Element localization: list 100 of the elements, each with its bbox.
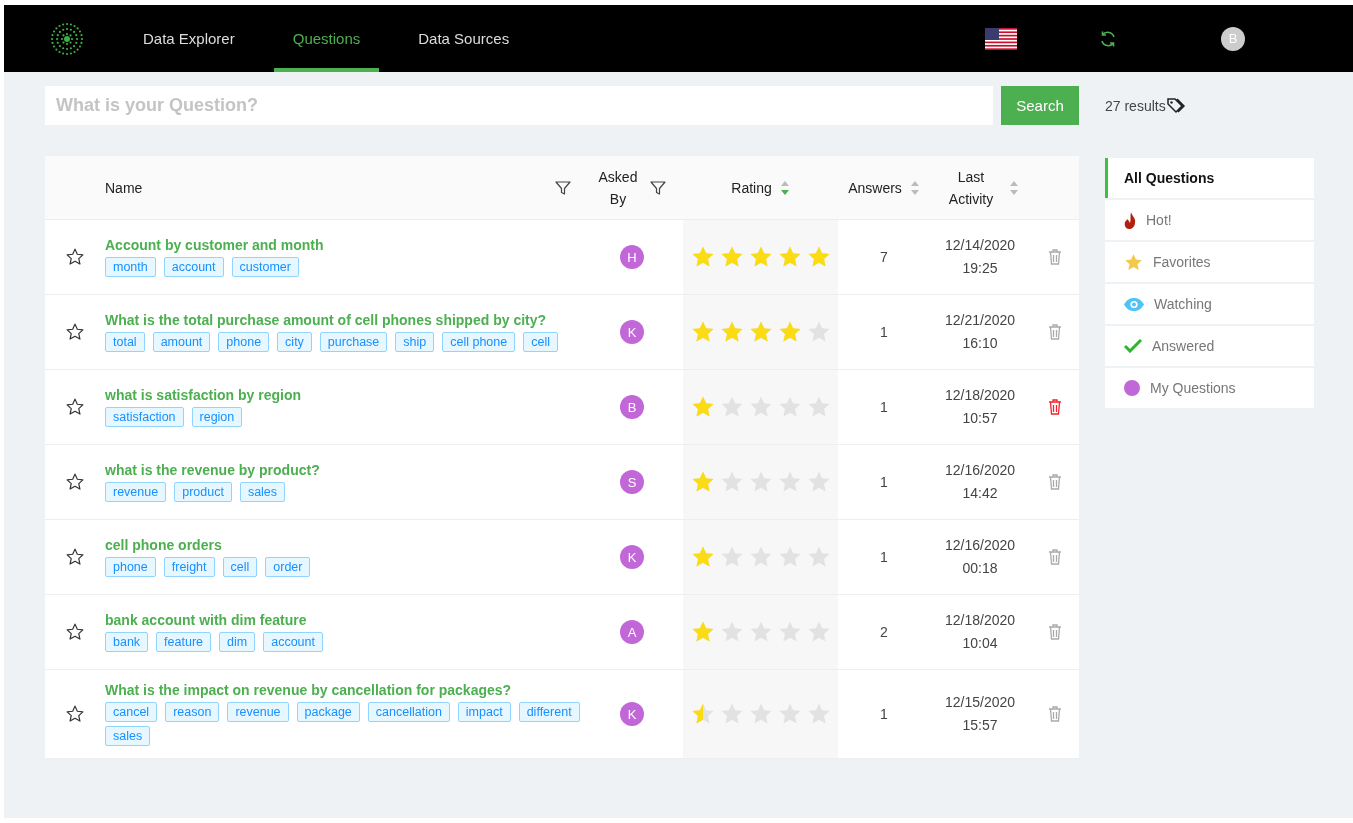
logo-icon[interactable] xyxy=(50,21,84,56)
tag[interactable]: package xyxy=(296,702,360,722)
question-title[interactable]: What is the total purchase amount of cell phones shipped by city? xyxy=(105,312,581,328)
star-icon[interactable] xyxy=(748,320,773,344)
tag[interactable]: reason xyxy=(165,702,220,722)
tag[interactable]: bank xyxy=(105,632,149,652)
filter-item[interactable]: All Questions xyxy=(1105,158,1314,198)
flag-icon[interactable] xyxy=(985,27,1017,50)
question-title[interactable]: What is the impact on revenue by cancellation for packages? xyxy=(105,682,581,698)
tag[interactable]: account xyxy=(163,257,224,277)
filter-icon[interactable] xyxy=(650,179,666,196)
tag[interactable]: sales xyxy=(239,482,286,502)
last-activity-date: 12/21/2020 16:10 xyxy=(944,311,1016,353)
filter-item[interactable]: Favorites xyxy=(1105,242,1314,282)
tag[interactable]: dim xyxy=(219,632,256,652)
tag[interactable]: region xyxy=(191,407,243,427)
nav-tab[interactable]: Questions xyxy=(273,5,380,72)
filter-item[interactable]: Hot! xyxy=(1105,200,1314,240)
favorite-star-icon[interactable] xyxy=(66,623,84,641)
star-icon[interactable] xyxy=(806,245,831,269)
delete-icon[interactable] xyxy=(1047,399,1062,415)
tag[interactable]: satisfaction xyxy=(105,407,184,427)
column-header: Asked By xyxy=(598,167,638,209)
last-activity-date: 12/18/2020 10:04 xyxy=(944,611,1016,653)
tag[interactable]: revenue xyxy=(105,482,167,502)
question-title[interactable]: what is the revenue by product? xyxy=(105,462,581,478)
nav-tab[interactable]: Data Sources xyxy=(399,5,529,72)
star-icon[interactable] xyxy=(719,320,744,344)
favorite-star-icon[interactable] xyxy=(66,398,84,416)
tag[interactable]: phone xyxy=(218,332,270,352)
tag[interactable]: sales xyxy=(105,726,151,746)
tag[interactable]: freight xyxy=(163,557,215,577)
column-header: Last Activity xyxy=(947,167,995,209)
tag[interactable]: city xyxy=(277,332,312,352)
star-icon[interactable] xyxy=(777,245,802,269)
filter-item[interactable]: Answered xyxy=(1105,326,1314,366)
tag[interactable]: cancel xyxy=(105,702,158,722)
tag[interactable]: impact xyxy=(457,702,511,722)
tag[interactable]: account xyxy=(263,632,323,652)
delete-icon[interactable] xyxy=(1047,474,1062,490)
star-icon[interactable] xyxy=(748,245,773,269)
star-icon[interactable] xyxy=(690,620,715,644)
tag[interactable]: cell phone xyxy=(442,332,516,352)
delete-icon[interactable] xyxy=(1047,624,1062,640)
tag[interactable]: phone xyxy=(105,557,156,577)
answer-count: 2 xyxy=(880,624,888,640)
tag[interactable]: revenue xyxy=(227,702,289,722)
star-icon[interactable] xyxy=(719,245,744,269)
favorite-star-icon[interactable] xyxy=(66,248,84,266)
tag[interactable]: customer xyxy=(231,257,299,277)
star-icon[interactable] xyxy=(690,245,715,269)
tag[interactable]: feature xyxy=(156,632,212,652)
favorite-star-icon[interactable] xyxy=(66,473,84,491)
tag[interactable]: cell xyxy=(523,332,558,352)
favorite-star-icon[interactable] xyxy=(66,548,84,566)
tag[interactable]: order xyxy=(265,557,311,577)
nav-tab[interactable]: Data Explorer xyxy=(124,5,254,72)
question-title[interactable]: cell phone orders xyxy=(105,537,581,553)
answer-count: 1 xyxy=(880,474,888,490)
tags-icon[interactable] xyxy=(1166,97,1186,114)
answer-count: 1 xyxy=(880,706,888,722)
delete-icon[interactable] xyxy=(1047,249,1062,265)
refresh-icon[interactable] xyxy=(1099,29,1117,48)
filter-item[interactable]: Watching xyxy=(1105,284,1314,324)
search-field[interactable]: What is your Question? xyxy=(45,86,993,125)
question-title[interactable]: Account by customer and month xyxy=(105,237,581,253)
tag[interactable]: month xyxy=(105,257,156,277)
filter-item[interactable]: My Questions xyxy=(1105,368,1314,408)
sort-icon[interactable] xyxy=(1009,179,1019,196)
tag[interactable]: total xyxy=(105,332,145,352)
sort-icon[interactable] xyxy=(779,179,790,196)
tag[interactable]: product xyxy=(174,482,232,502)
tag[interactable]: ship xyxy=(395,332,435,352)
tag[interactable]: cancellation xyxy=(367,702,450,722)
last-activity-date: 12/16/2020 14:42 xyxy=(944,461,1016,503)
delete-icon[interactable] xyxy=(1047,324,1062,340)
tag[interactable]: different xyxy=(518,702,580,722)
tag[interactable]: cell xyxy=(222,557,258,577)
question-title[interactable]: what is satisfaction by region xyxy=(105,387,581,403)
star-icon[interactable] xyxy=(777,320,802,344)
tag[interactable]: amount xyxy=(152,332,211,352)
favorite-star-icon[interactable] xyxy=(66,323,84,341)
search-button[interactable]: Search xyxy=(1001,86,1079,125)
star-icon[interactable] xyxy=(690,395,715,419)
favorite-star-icon[interactable] xyxy=(66,705,84,723)
sort-icon[interactable] xyxy=(909,179,920,196)
delete-icon[interactable] xyxy=(1047,549,1062,565)
star-icon[interactable] xyxy=(690,545,715,569)
tag[interactable]: purchase xyxy=(319,332,388,352)
eye-icon xyxy=(1124,297,1144,311)
star-icon[interactable] xyxy=(690,320,715,344)
delete-icon[interactable] xyxy=(1047,706,1062,722)
user-avatar: A xyxy=(620,620,644,644)
question-title[interactable]: bank account with dim feature xyxy=(105,612,581,628)
user-avatar: K xyxy=(620,320,644,344)
last-activity-date: 12/14/2020 19:25 xyxy=(944,236,1016,278)
answer-count: 1 xyxy=(880,324,888,340)
star-icon[interactable] xyxy=(690,470,715,494)
filter-icon[interactable] xyxy=(555,179,571,196)
star-icon[interactable] xyxy=(690,702,715,726)
